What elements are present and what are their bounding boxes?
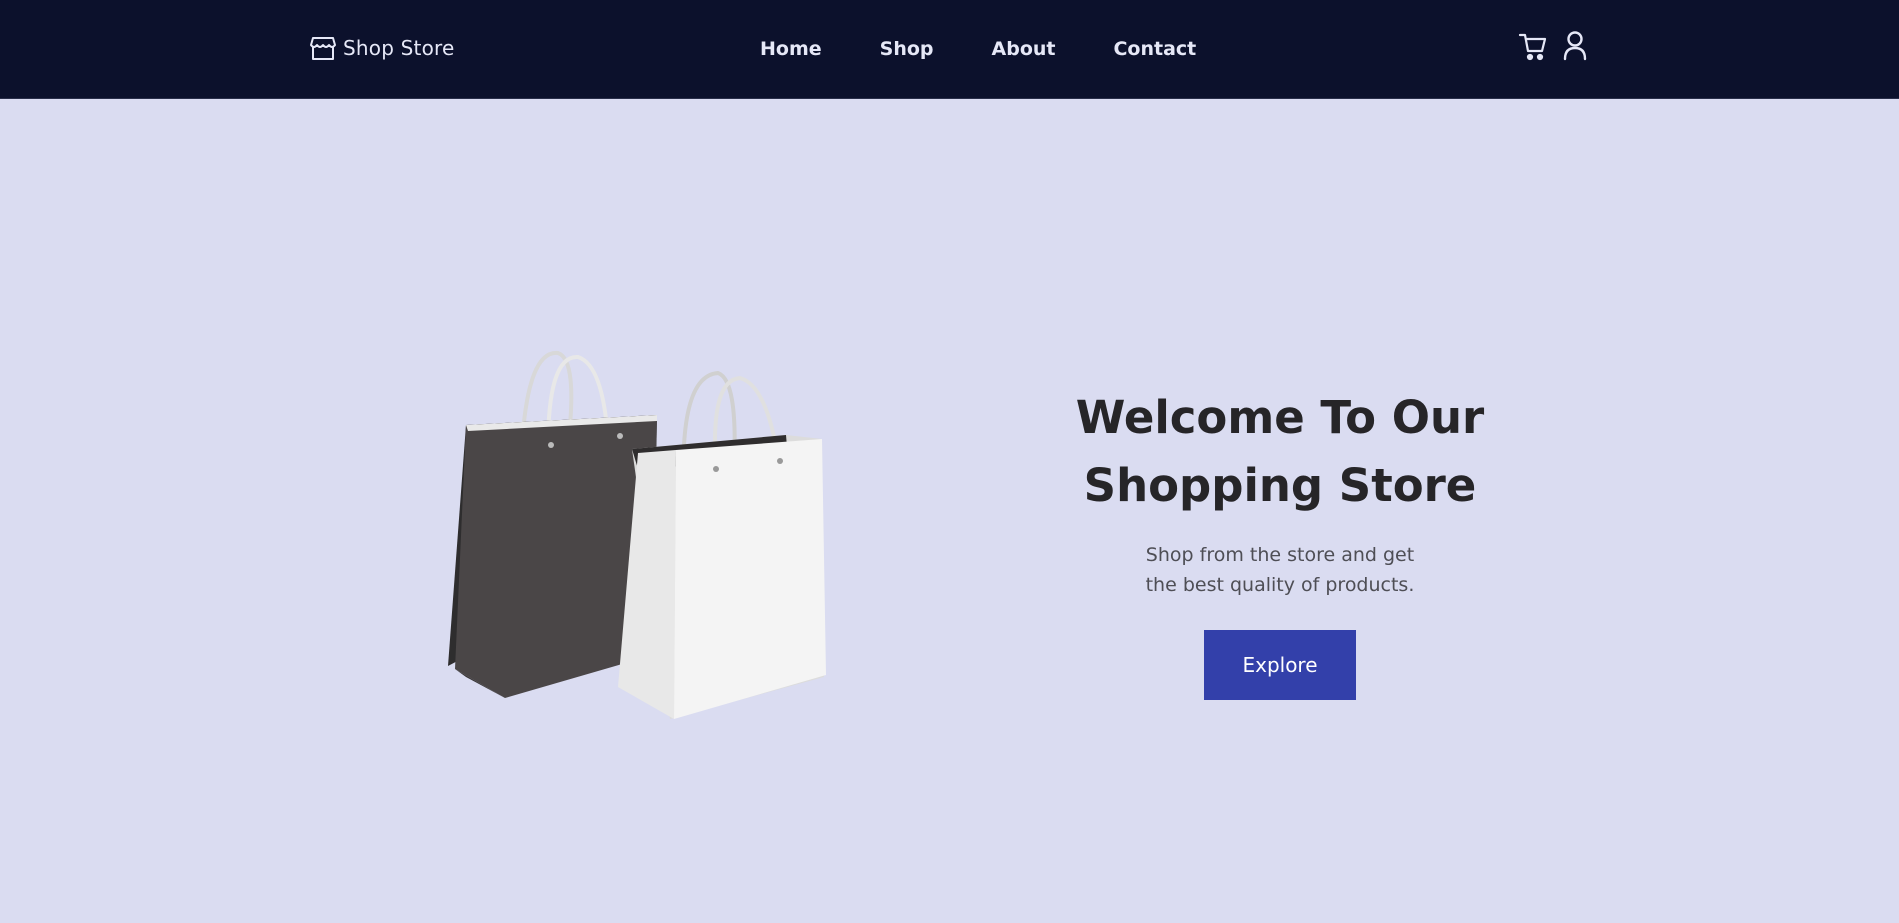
nav-menu: Home Shop About Contact <box>760 36 1254 62</box>
explore-button[interactable]: Explore <box>1204 630 1356 700</box>
hero-title: Welcome To Our Shopping Store <box>1075 391 1485 512</box>
user-icon[interactable] <box>1560 30 1590 62</box>
cart-icon[interactable] <box>1518 30 1548 62</box>
nav-link-shop[interactable]: Shop <box>880 36 934 62</box>
hero-text: Welcome To Our Shopping Store Shop from … <box>1040 384 1520 700</box>
navbar: Shop Store Home Shop About Contact <box>0 0 1899 99</box>
brand-link[interactable]: Shop Store <box>309 34 455 62</box>
nav-link-contact[interactable]: Contact <box>1113 36 1196 62</box>
nav-icons <box>1518 30 1590 62</box>
store-icon <box>309 34 337 62</box>
nav-link-home[interactable]: Home <box>760 36 822 62</box>
nav-link-about[interactable]: About <box>992 36 1056 62</box>
shopping-bags-image <box>448 345 828 725</box>
brand-name: Shop Store <box>343 36 455 60</box>
hero-subtitle: Shop from the store and get the best qua… <box>1145 544 1415 596</box>
